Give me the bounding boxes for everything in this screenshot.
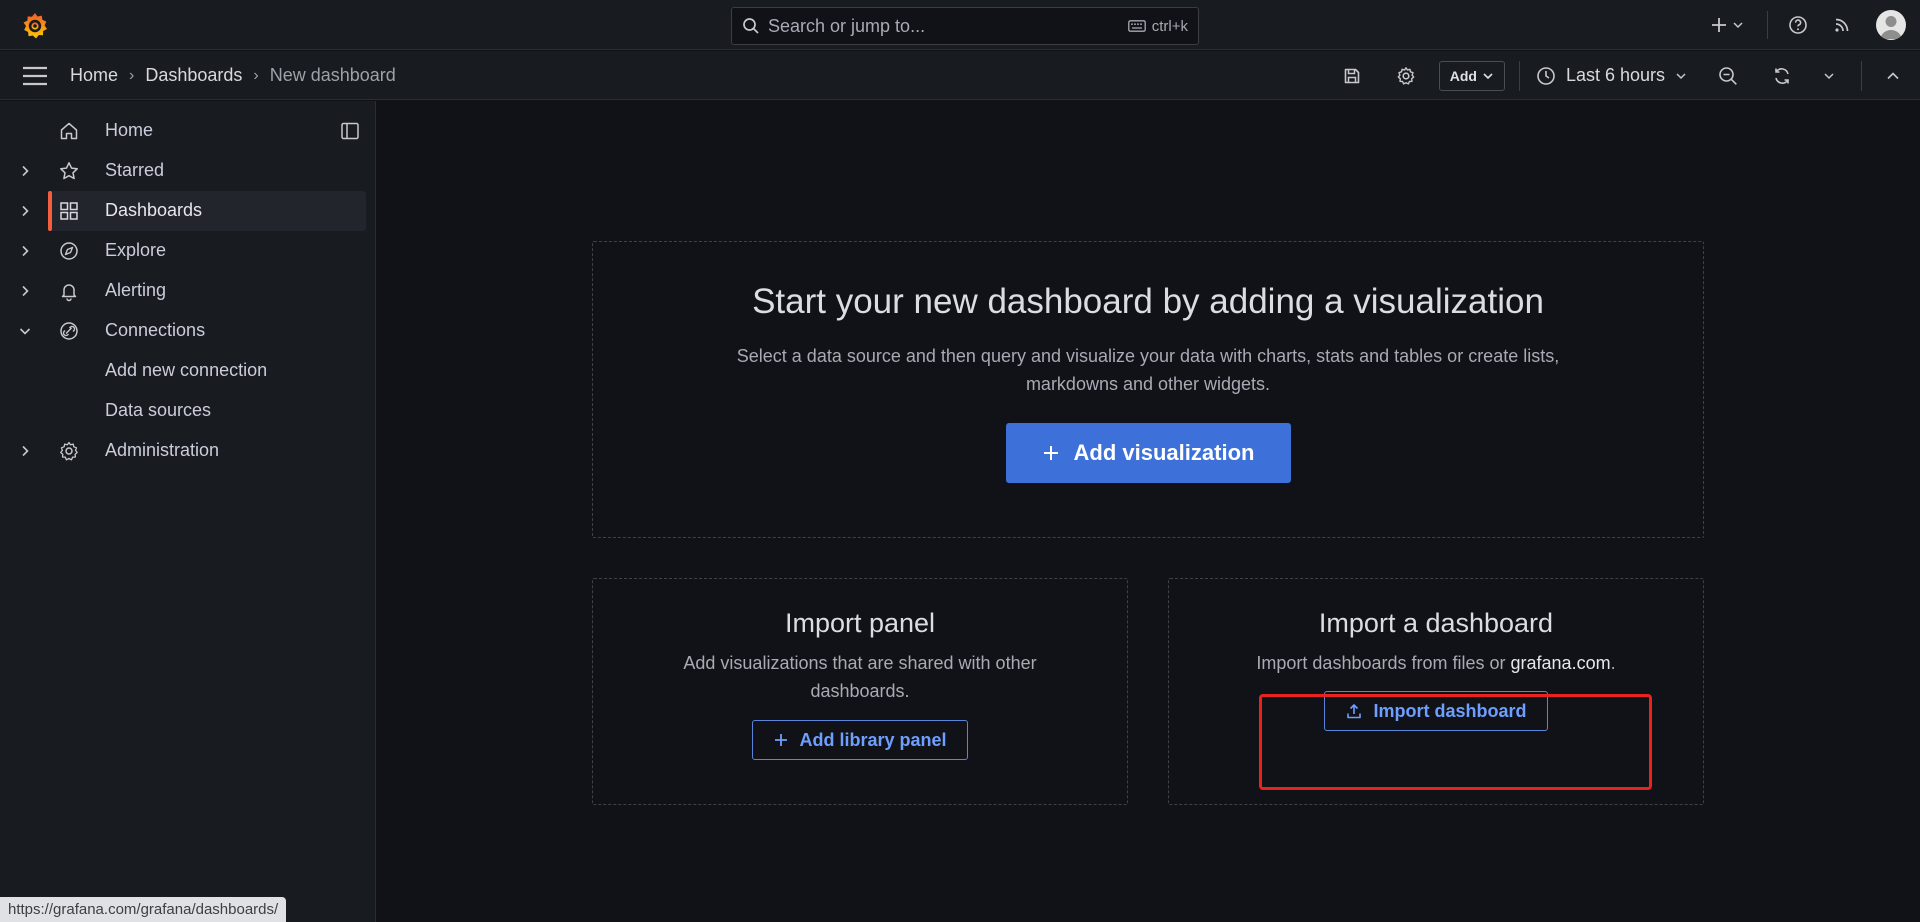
clock-icon — [1537, 66, 1555, 85]
zoom-out-button[interactable] — [1701, 51, 1755, 100]
upload-icon — [1347, 704, 1362, 719]
chevron-right-icon[interactable] — [16, 202, 34, 220]
menu-icon[interactable] — [22, 65, 48, 87]
bell-icon — [61, 284, 77, 302]
import-dashboard-button[interactable]: Import dashboard — [1324, 691, 1548, 731]
search-shortcut-text: ctrl+k — [1151, 17, 1188, 35]
breadcrumb: Home › Dashboards › New dashboard — [70, 51, 396, 100]
sidebar-item-starred[interactable]: Starred — [0, 151, 366, 191]
help-icon — [1789, 16, 1807, 34]
active-indicator — [48, 191, 52, 231]
zoom-out-icon — [1719, 66, 1737, 85]
sidebar-item-dashboards[interactable]: Dashboards — [22, 191, 366, 231]
sidebar-item-label: Starred — [105, 160, 165, 180]
chevron-right-icon[interactable] — [16, 282, 34, 300]
add-visualization-button[interactable]: Add visualization — [1005, 423, 1291, 483]
chevron-down-icon — [1676, 72, 1686, 79]
import-dashboard-label: Import dashboard — [1373, 700, 1527, 721]
refresh-button[interactable] — [1755, 51, 1809, 100]
chevron-right-icon[interactable] — [16, 242, 34, 260]
sidebar-subitem-add-new-connection[interactable]: Add new connection — [105, 360, 267, 381]
sidebar-subitem-data-sources[interactable]: Data sources — [105, 400, 211, 421]
refresh-interval-button[interactable] — [1809, 51, 1849, 100]
collapse-toolbar-button[interactable] — [1866, 51, 1920, 100]
add-menu-button[interactable]: Add — [1438, 60, 1505, 91]
help-button[interactable] — [1778, 0, 1818, 50]
home-icon — [60, 122, 78, 140]
keyboard-icon — [1127, 20, 1146, 32]
rss-icon — [1835, 18, 1849, 32]
sidebar-item-label: Connections — [105, 320, 206, 340]
sidebar-item-label: Explore — [105, 240, 167, 260]
sidebar-item-label: Alerting — [105, 280, 167, 300]
user-icon — [1880, 16, 1902, 39]
chevron-down-icon — [1483, 72, 1493, 79]
search-placeholder: Search or jump to... — [768, 15, 926, 36]
chevron-down-icon — [1733, 22, 1743, 29]
user-avatar[interactable] — [1876, 10, 1906, 40]
link-icon — [60, 322, 78, 340]
save-dashboard-button[interactable] — [1325, 51, 1379, 100]
breadcrumb-separator-icon: › — [253, 66, 259, 84]
sidebar-item-administration[interactable]: Administration — [0, 431, 366, 471]
breadcrumb-dashboards[interactable]: Dashboards — [145, 65, 242, 86]
add-library-panel-button[interactable]: Add library panel — [752, 720, 968, 760]
import-dashboard-title: Import a dashboard — [1318, 608, 1554, 638]
import-dashboard-description-suffix: . — [1610, 653, 1616, 673]
sidebar-item-connections[interactable]: Connections — [0, 311, 366, 351]
sidebar-item-label: Home — [105, 120, 154, 140]
breadcrumb-home[interactable]: Home — [70, 65, 118, 86]
plus-icon — [1043, 446, 1058, 460]
sidebar-item-explore[interactable]: Explore — [0, 231, 366, 271]
dashboard-settings-button[interactable] — [1379, 51, 1433, 100]
apps-icon — [60, 202, 78, 220]
import-dashboard-description-prefix: Import dashboards from files or — [1256, 653, 1511, 673]
grafana-com-link[interactable]: grafana.com — [1511, 653, 1611, 673]
breadcrumb-current: New dashboard — [269, 65, 396, 85]
save-icon — [1344, 68, 1360, 83]
top-bar: Search or jump to... ctrl+k — [0, 0, 1920, 50]
sidebar-item-alerting[interactable]: Alerting — [0, 271, 366, 311]
import-dashboard-card: Import a dashboard Import dashboards fro… — [1168, 578, 1704, 805]
import-dashboard-description: Import dashboards from files or grafana.… — [1226, 649, 1646, 677]
time-range-picker[interactable]: Last 6 hours — [1524, 51, 1701, 100]
new-menu-button[interactable] — [1697, 0, 1757, 50]
add-library-panel-label: Add library panel — [799, 729, 947, 750]
gear-icon — [1397, 66, 1415, 85]
time-range-label: Last 6 hours — [1565, 65, 1665, 85]
breadcrumb-separator-icon: › — [129, 66, 135, 84]
chevron-down-icon — [1824, 72, 1834, 79]
import-panel-description: Add visualizations that are shared with … — [683, 653, 1037, 701]
divider — [1518, 60, 1520, 91]
gear-icon — [60, 441, 78, 461]
page-description: Select a data source and then query and … — [736, 346, 1560, 394]
import-panel-card: Import panel Add visualizations that are… — [592, 578, 1128, 805]
sidebar-item-label: Administration — [105, 440, 220, 460]
search-bar[interactable]: Search or jump to... ctrl+k — [731, 7, 1199, 45]
star-icon — [60, 162, 78, 180]
status-bar-url: https://grafana.com/grafana/dashboards/ — [0, 897, 287, 922]
chevron-right-icon[interactable] — [16, 442, 34, 460]
chevron-up-icon — [1887, 71, 1899, 79]
add-menu-label: Add — [1449, 67, 1477, 84]
import-panel-title: Import panel — [784, 608, 936, 638]
compass-icon — [60, 242, 78, 260]
news-button[interactable] — [1818, 0, 1866, 50]
grafana-logo-icon[interactable] — [20, 11, 50, 41]
sidebar-item-home[interactable]: Home — [0, 111, 366, 151]
sidebar-item-label: Dashboards — [105, 200, 203, 220]
divider — [1861, 60, 1862, 91]
page-title: Start your new dashboard by adding a vis… — [752, 282, 1544, 321]
plus-icon — [775, 734, 788, 746]
add-visualization-panel: Start your new dashboard by adding a vis… — [592, 241, 1704, 538]
chevron-down-icon[interactable] — [16, 322, 34, 340]
search-shortcut: ctrl+k — [1127, 17, 1188, 35]
add-visualization-label: Add visualization — [1073, 440, 1255, 465]
chevron-right-icon[interactable] — [16, 162, 34, 180]
refresh-icon — [1775, 67, 1789, 84]
plus-icon — [1712, 18, 1726, 32]
divider — [1767, 11, 1768, 39]
dashboard-toolbar: Home › Dashboards › New dashboard Add La… — [0, 51, 1920, 100]
search-icon — [743, 18, 759, 34]
